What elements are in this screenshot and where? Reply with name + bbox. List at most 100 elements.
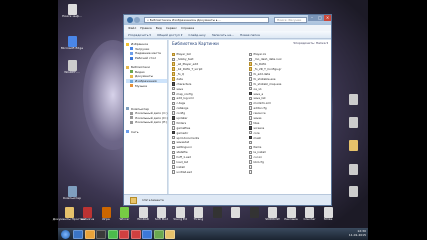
desktop-icon[interactable]: Реклама — [282, 207, 300, 222]
taskbar-app-icon[interactable] — [142, 229, 152, 239]
taskbar-app-icon[interactable] — [130, 229, 141, 239]
desktop-icon[interactable] — [344, 186, 362, 197]
desktop-icon[interactable] — [344, 164, 362, 175]
desktop-icon[interactable]: Young Ed — [171, 207, 189, 222]
desktop-icon[interactable]: Winrar — [116, 207, 134, 222]
forward-arrow-icon[interactable] — [134, 17, 140, 23]
desktop-icon[interactable] — [227, 207, 245, 218]
nav-item-label: Музыка — [135, 83, 147, 88]
file-icon — [249, 86, 252, 91]
nav-item[interactable]: Сеть — [126, 129, 167, 134]
file-icon — [172, 140, 175, 145]
item-count: 132 элемента — [142, 198, 164, 202]
taskbar-app-icon[interactable] — [73, 229, 83, 239]
nav-item-icon — [130, 56, 133, 60]
new-folder-button[interactable]: Новая папка — [240, 31, 260, 38]
desktop-icon[interactable] — [208, 207, 226, 218]
search-input[interactable]: Поиск: Рисунки — [274, 17, 307, 23]
file-item[interactable]: _all_Player_edit — [172, 62, 202, 67]
nav-item-icon — [126, 107, 129, 111]
desktop-icon[interactable]: WinDEF-... — [63, 60, 81, 75]
file-name: tiles — [253, 120, 260, 125]
file-icon — [249, 155, 252, 159]
nav-item-label: Локальный диск (E:) — [135, 120, 168, 125]
taskbar-app-icon[interactable] — [165, 229, 175, 239]
folder-icon — [172, 67, 175, 71]
desktop-icon[interactable]: Компьютер — [63, 186, 81, 201]
desktop-icon[interactable]: SKIDROW — [264, 207, 282, 222]
desktop-icon[interactable] — [245, 207, 263, 218]
file-item[interactable]: _mo_dash_data.ruol — [249, 57, 281, 62]
taskbar-apps — [73, 229, 177, 239]
explorer-window[interactable]: « Библиотеки ▸ Изображения ▸ Документы ▸… — [123, 14, 332, 206]
maximize-button[interactable]: □ — [316, 15, 324, 21]
file-name: data — [176, 76, 183, 81]
file-icon — [172, 82, 175, 86]
file-name: fo_add.data — [253, 72, 271, 76]
minimize-button[interactable]: – — [308, 15, 316, 21]
file-name: save_list — [253, 96, 266, 101]
slideshow-button[interactable]: Слайд-шоу — [188, 31, 205, 38]
file-icon — [249, 145, 252, 150]
file-item[interactable]: _fo_2R_T_Configs.gr — [249, 67, 281, 72]
navigation-pane: Избранное Загрузки Недавние места Рабочий с… — [124, 40, 168, 194]
file-name: map_config — [176, 91, 193, 96]
file-icon — [172, 116, 175, 120]
file-item[interactable]: unitlist.esd — [172, 169, 202, 174]
library-header: Библиотека Картинки Упорядочить: Папка ▾ — [172, 41, 328, 49]
burn-button[interactable]: Записать на... — [212, 31, 234, 38]
desktop-icon-label: Microsoft Edge — [60, 46, 84, 50]
file-name: save — [176, 86, 184, 91]
file-name: cur.ini — [253, 155, 262, 160]
nav-item-label: Недавние места — [135, 51, 161, 56]
desktop-icon[interactable]: Документы Простые — [53, 207, 85, 222]
back-arrow-icon[interactable] — [127, 17, 133, 23]
taskbar-app-icon[interactable] — [119, 229, 129, 239]
desktop-icon[interactable]: Strike — [319, 207, 337, 222]
file-name: settings.ini — [176, 145, 192, 150]
clock-date[interactable]: 11.01.2015 — [349, 233, 366, 237]
file-name: Player.ini — [253, 52, 267, 57]
organize-button[interactable]: Упорядочить ▾ — [128, 31, 151, 38]
file-name: save_a — [253, 91, 264, 96]
desktop-icon[interactable]: WinRAR — [134, 207, 152, 222]
desktop-icon[interactable]: Tirang — [190, 207, 208, 222]
file-item[interactable] — [249, 169, 281, 174]
file-name: _fo_2R_T_Configs.gr — [253, 67, 282, 72]
close-button[interactable]: × — [324, 15, 331, 21]
file-item[interactable]: _b2_DATA_T_script — [172, 67, 202, 72]
file-icon — [249, 106, 252, 110]
file-icon — [172, 170, 175, 174]
file-name: resource — [253, 111, 266, 116]
desktop-icon[interactable] — [344, 117, 362, 128]
desktop-icon[interactable]: Поиск инф... — [62, 4, 82, 19]
file-name: _fo_Q — [176, 72, 185, 76]
desktop-icon[interactable] — [344, 140, 362, 151]
address-bar[interactable]: « Библиотеки ▸ Изображения ▸ Документы ▸… — [144, 17, 269, 23]
desktop-icon[interactable] — [344, 94, 362, 105]
nav-item-icon — [126, 130, 129, 134]
nav-item-icon — [130, 79, 133, 83]
taskbar-app-icon[interactable] — [84, 229, 95, 239]
taskbar-app-icon[interactable] — [96, 229, 106, 239]
taskbar-app-icon[interactable] — [107, 229, 118, 239]
taskbar-app-icon[interactable] — [153, 229, 164, 239]
file-name: screens — [253, 125, 265, 130]
desktop-icon[interactable]: Counter — [301, 207, 319, 222]
desktop-icon[interactable]: Soft Mod — [153, 207, 171, 222]
share-button[interactable]: Общий доступ ▾ — [157, 31, 182, 38]
file-item[interactable]: sprd.documents — [172, 135, 202, 140]
nav-item-icon — [130, 111, 133, 115]
file-column-1: Player_list _hobby_text _all_Player_edit _b… — [172, 52, 202, 174]
desktop-icon-label: Поиск инф... — [62, 14, 82, 18]
desktop-icon[interactable]: Antivirus — [79, 207, 97, 222]
start-button[interactable] — [61, 229, 70, 239]
file-icon — [249, 126, 252, 130]
desktop-icon[interactable]: Игра — [97, 207, 115, 222]
title-bar[interactable]: « Библиотеки ▸ Изображения ▸ Документы ▸… — [124, 15, 331, 25]
file-item[interactable]: fo_shotabl_map.exe — [249, 81, 281, 86]
desktop-icon[interactable]: Microsoft Edge — [60, 36, 84, 51]
arrange-by-dropdown[interactable]: Упорядочить: Папка ▾ — [293, 41, 328, 46]
nav-item-icon — [130, 120, 133, 124]
file-name: folders — [176, 120, 187, 125]
